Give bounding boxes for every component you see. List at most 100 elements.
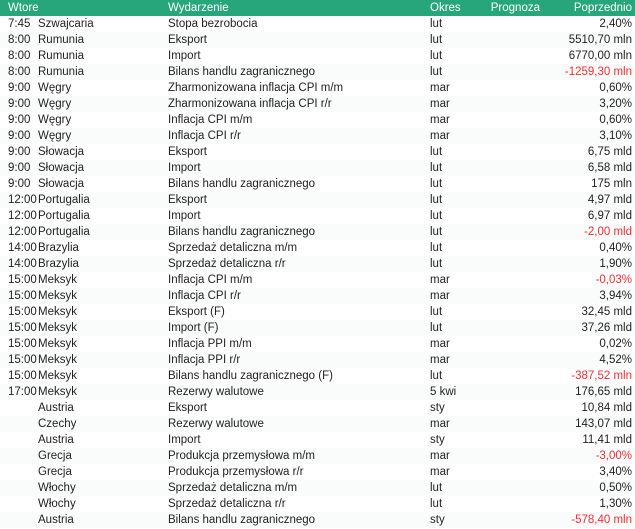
table-row[interactable]: 9:00 Słowacja Import lut 6,58 mld	[0, 160, 635, 176]
cell-period: lut	[430, 66, 443, 78]
cell-country: Meksyk	[38, 274, 77, 286]
table-row[interactable]: 9:00 Węgry Zharmonizowana inflacja CPI r/r…	[0, 96, 635, 112]
table-row[interactable]: 15:00 Meksyk Inflacja CPI m/m mar -0,03%	[0, 272, 635, 288]
cell-forecast	[480, 176, 550, 192]
table-row[interactable]: Austria Bilans handlu zagranicznego sty -57…	[0, 512, 635, 528]
cell-country: Austria	[38, 402, 74, 414]
cell-event: Eksport	[168, 194, 207, 206]
cell-previous: -2,00 mld	[584, 226, 632, 238]
cell-previous: 0,60%	[599, 82, 632, 94]
cell-period: lut	[430, 370, 443, 382]
table-row[interactable]: 15:00 Meksyk Inflacja PPI m/m mar 0,02%	[0, 336, 635, 352]
cell-forecast	[480, 80, 550, 96]
economic-calendar-table: Wtorek Wydarzenie Okres Prognoza Poprzed…	[0, 0, 635, 528]
cell-event: Inflacja CPI r/r	[168, 290, 241, 302]
cell-forecast	[480, 288, 550, 304]
cell-time	[0, 464, 38, 480]
cell-event: Eksport	[168, 146, 207, 158]
table-row[interactable]: 9:00 Węgry Zharmonizowana inflacja CPI m/m…	[0, 80, 635, 96]
table-row[interactable]: Grecja Produkcja przemysłowa m/m mar -3,00%	[0, 448, 635, 464]
cell-period: mar	[430, 130, 450, 142]
table-row[interactable]: 15:00 Meksyk Bilans handlu zagranicznego (…	[0, 368, 635, 384]
table-header: Wtorek Wydarzenie Okres Prognoza Poprzed…	[0, 0, 635, 16]
cell-previous: 175 mln	[591, 178, 632, 190]
cell-period: lut	[430, 226, 443, 238]
cell-forecast	[480, 272, 550, 288]
cell-country: Węgry	[38, 98, 72, 110]
cell-time: 9:00	[8, 82, 31, 94]
cell-country: Austria	[38, 434, 74, 446]
cell-period: sty	[430, 402, 445, 414]
table-row[interactable]: Austria Eksport sty 10,84 mld	[0, 400, 635, 416]
table-row[interactable]: 15:00 Meksyk Import (F) lut 37,26 mld	[0, 320, 635, 336]
cell-previous: 3,40%	[599, 466, 632, 478]
cell-event: Inflacja PPI r/r	[168, 354, 241, 366]
cell-time: 15:00	[8, 290, 37, 302]
cell-event: Inflacja CPI m/m	[168, 114, 253, 126]
column-header-country[interactable]	[38, 0, 162, 16]
cell-time: 15:00	[8, 322, 37, 334]
cell-forecast	[480, 128, 550, 144]
cell-event: Import	[168, 50, 201, 62]
table-row[interactable]: Grecja Produkcja przemysłowa r/r mar 3,40%	[0, 464, 635, 480]
table-row[interactable]: 8:00 Rumunia Bilans handlu zagranicznego lu…	[0, 64, 635, 80]
cell-event: Bilans handlu zagranicznego	[168, 66, 316, 78]
cell-time: 8:00	[8, 50, 31, 62]
table-row[interactable]: Włochy Sprzedaż detaliczna m/m lut 0,50%	[0, 480, 635, 496]
column-header-period[interactable]: Okres	[422, 0, 480, 16]
table-row[interactable]: 15:00 Meksyk Inflacja PPI r/r mar 4,52%	[0, 352, 635, 368]
table-row[interactable]: 12:00 Portugalia Import lut 6,97 mld	[0, 208, 635, 224]
cell-previous: 32,45 mld	[581, 306, 632, 318]
cell-event: Produkcja przemysłowa m/m	[168, 450, 315, 462]
cell-event: Inflacja PPI m/m	[168, 338, 252, 350]
table-row[interactable]: 12:00 Portugalia Bilans handlu zagraniczne…	[0, 224, 635, 240]
cell-forecast	[480, 64, 550, 80]
cell-forecast	[480, 112, 550, 128]
cell-forecast	[480, 432, 550, 448]
cell-previous: 3,20%	[599, 98, 632, 110]
table-row[interactable]: 15:00 Meksyk Inflacja CPI r/r mar 3,94%	[0, 288, 635, 304]
table-row[interactable]: 14:00 Brazylia Sprzedaż detaliczna r/r lut 1…	[0, 256, 635, 272]
table-row[interactable]: 12:00 Portugalia Eksport lut 4,97 mld	[0, 192, 635, 208]
column-header-previous[interactable]: Poprzednio	[550, 0, 635, 16]
table-row[interactable]: 9:00 Węgry Inflacja CPI r/r mar 3,10%	[0, 128, 635, 144]
table-row[interactable]: 9:00 Węgry Inflacja CPI m/m mar 0,60%	[0, 112, 635, 128]
cell-previous: 4,97 mld	[587, 194, 632, 206]
table-row[interactable]: 7:45 Szwajcaria Stopa bezrobocia lut 2,40%	[0, 16, 635, 32]
table-row[interactable]: 17:00 Meksyk Rezerwy walutowe 5 kwi 176,65 m…	[0, 384, 635, 400]
cell-period: lut	[430, 18, 443, 30]
table-row[interactable]: 9:00 Słowacja Bilans handlu zagranicznego l…	[0, 176, 635, 192]
table-row[interactable]: Austria Import sty 11,41 mld	[0, 432, 635, 448]
cell-forecast	[480, 192, 550, 208]
column-header-event[interactable]: Wydarzenie	[162, 0, 422, 16]
cell-event: Bilans handlu zagranicznego	[168, 514, 316, 526]
cell-previous: 6,97 mld	[587, 210, 632, 222]
cell-country: Słowacja	[38, 178, 85, 190]
cell-period: mar	[430, 98, 450, 110]
table-row[interactable]: 15:00 Meksyk Eksport (F) lut 32,45 mld	[0, 304, 635, 320]
cell-previous: 0,50%	[599, 482, 632, 494]
cell-period: lut	[430, 498, 443, 510]
cell-period: lut	[430, 242, 443, 254]
table-row[interactable]: 9:00 Słowacja Eksport lut 6,75 mld	[0, 144, 635, 160]
table-row[interactable]: 14:00 Brazylia Sprzedaż detaliczna m/m lut 0…	[0, 240, 635, 256]
cell-period: lut	[430, 258, 443, 270]
cell-forecast	[480, 320, 550, 336]
cell-country: Węgry	[38, 114, 72, 126]
column-header-day[interactable]: Wtorek	[0, 0, 38, 16]
cell-time: 9:00	[8, 130, 31, 142]
cell-previous: -3,00%	[595, 450, 632, 462]
cell-event: Bilans handlu zagranicznego (F)	[168, 370, 333, 382]
cell-period: lut	[430, 210, 443, 222]
economic-calendar: Wtorek Wydarzenie Okres Prognoza Poprzed…	[0, 0, 635, 529]
column-header-forecast[interactable]: Prognoza	[480, 0, 550, 16]
cell-country: Meksyk	[38, 370, 77, 382]
table-row[interactable]: Włochy Sprzedaż detaliczna r/r lut 1,30%	[0, 496, 635, 512]
cell-event: Bilans handlu zagranicznego	[168, 226, 316, 238]
table-row[interactable]: 8:00 Rumunia Eksport lut 5510,70 mln	[0, 32, 635, 48]
table-row[interactable]: 8:00 Rumunia Import lut 6770,00 mln	[0, 48, 635, 64]
table-row[interactable]: Czechy Rezerwy walutowe mar 143,07 mld	[0, 416, 635, 432]
cell-forecast	[480, 160, 550, 176]
cell-forecast	[480, 96, 550, 112]
cell-country: Słowacja	[38, 146, 85, 158]
